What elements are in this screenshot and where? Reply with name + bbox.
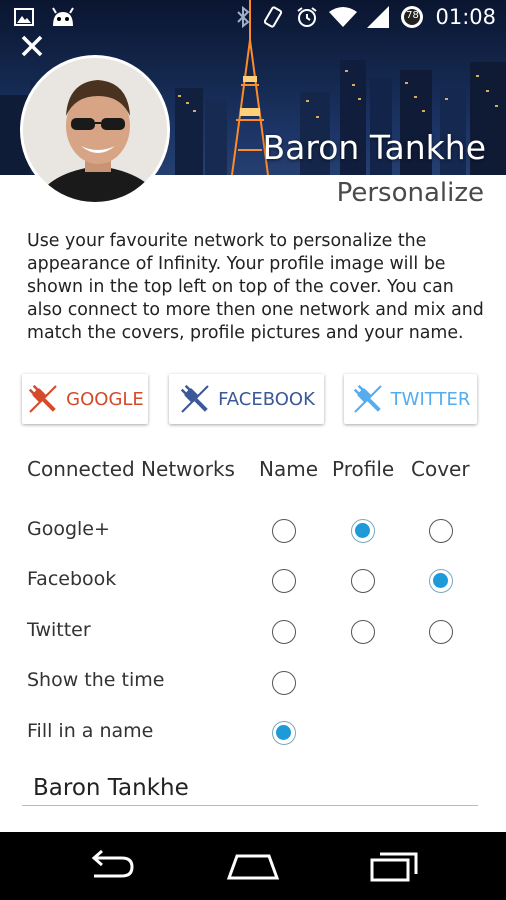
row-label-facebook: Facebook <box>27 568 117 590</box>
connect-google-label: GOOGLE <box>66 388 144 410</box>
row-label-twitter: Twitter <box>27 619 91 641</box>
android-icon <box>52 7 74 26</box>
navigation-bar <box>0 832 506 900</box>
column-header-networks: Connected Networks <box>27 457 235 481</box>
back-icon[interactable] <box>84 848 140 884</box>
facebook-profile-radio[interactable] <box>351 569 375 593</box>
avatar <box>20 55 170 205</box>
row-label-google: Google+ <box>27 518 110 540</box>
alarm-icon <box>297 7 318 27</box>
wifi-icon <box>329 7 358 27</box>
connect-twitter-label: TWITTER <box>390 388 471 410</box>
facebook-name-radio[interactable] <box>272 569 296 593</box>
column-header-profile: Profile <box>332 457 395 481</box>
name-input[interactable] <box>22 770 478 806</box>
image-icon <box>14 8 34 26</box>
column-header-cover: Cover <box>411 457 470 481</box>
row-label-show-time: Show the time <box>27 669 165 691</box>
plug-icon <box>29 384 57 413</box>
page-title: Personalize <box>336 178 484 208</box>
fill-name-radio[interactable] <box>272 721 296 745</box>
signal-icon <box>367 6 390 28</box>
connect-facebook-label: FACEBOOK <box>218 388 315 410</box>
profile-name: Baron Tankhe <box>262 128 486 167</box>
google-name-radio[interactable] <box>272 519 296 543</box>
status-bar: 78 01:08 <box>0 0 506 36</box>
vibrate-icon <box>264 6 283 28</box>
connect-google-button[interactable]: GOOGLE <box>22 374 148 424</box>
connect-twitter-button[interactable]: TWITTER <box>344 374 477 424</box>
battery-icon: 78 <box>399 4 425 30</box>
description-text: Use your favourite network to personaliz… <box>27 231 484 343</box>
twitter-name-radio[interactable] <box>272 620 296 644</box>
column-header-name: Name <box>259 457 319 481</box>
home-icon[interactable] <box>225 848 281 884</box>
plug-icon <box>180 384 209 413</box>
bluetooth-icon <box>237 5 250 29</box>
twitter-cover-radio[interactable] <box>429 620 453 644</box>
google-cover-radio[interactable] <box>429 519 453 543</box>
show-time-radio[interactable] <box>272 671 296 695</box>
connect-facebook-button[interactable]: FACEBOOK <box>169 374 324 424</box>
recents-icon[interactable] <box>366 848 422 884</box>
profile-photo <box>23 58 167 202</box>
plug-icon <box>353 384 382 413</box>
status-clock: 01:08 <box>435 5 496 29</box>
close-icon[interactable] <box>18 32 46 60</box>
battery-level: 78 <box>406 10 419 21</box>
row-label-fill-name: Fill in a name <box>27 720 154 742</box>
twitter-profile-radio[interactable] <box>351 620 375 644</box>
facebook-cover-radio[interactable] <box>429 569 453 593</box>
google-profile-radio[interactable] <box>351 519 375 543</box>
